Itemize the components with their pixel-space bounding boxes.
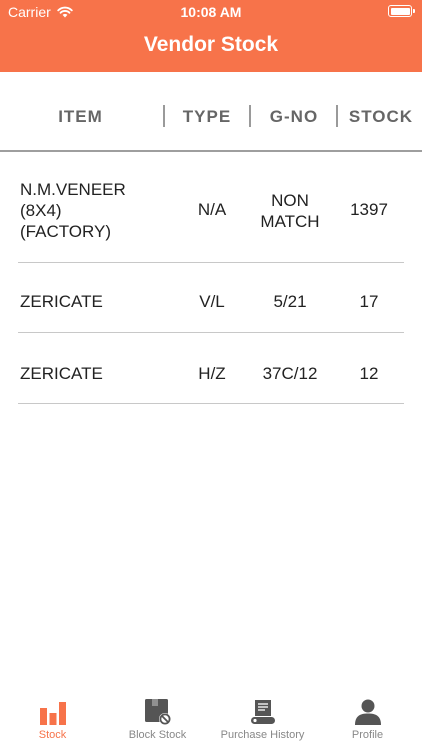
- tab-label: Purchase History: [220, 729, 305, 741]
- table-header: ITEM TYPE G-NO STOCK: [0, 72, 422, 152]
- page-title: Vendor Stock: [143, 33, 279, 56]
- type-cell: V/L: [199, 292, 225, 311]
- status-time: 10:08 AM: [180, 4, 242, 20]
- gno-cell: 5/21: [252, 292, 328, 312]
- tab-purchase-history[interactable]: Purchase History: [210, 690, 315, 750]
- item-name-line: N.M.VENEER: [20, 180, 126, 199]
- type-cell: H/Z: [198, 364, 226, 383]
- column-header-type: TYPE: [182, 107, 232, 126]
- gno-cell: NON MATCH: [252, 190, 328, 232]
- stock-cell: 17: [359, 292, 379, 311]
- item-cell: N.M.VENEER (8X4) (FACTORY): [20, 179, 126, 242]
- table-row[interactable]: N.M.VENEER (8X4) (FACTORY) N/A NON MATCH…: [0, 153, 422, 263]
- gno-line: NON: [271, 191, 309, 210]
- column-divider: [336, 105, 338, 127]
- item-name-line: ZERICATE: [20, 292, 103, 311]
- gno-line: MATCH: [260, 212, 320, 231]
- stock-cell: 12: [359, 364, 379, 383]
- item-name-line: ZERICATE: [20, 364, 103, 383]
- gno-line: 5/21: [273, 292, 307, 311]
- tab-label: Stock: [38, 729, 67, 741]
- column-header-item: ITEM: [58, 107, 103, 126]
- status-bar: Carrier 10:08 AM: [0, 0, 422, 24]
- battery-icon: [388, 5, 415, 17]
- receipt-icon: [250, 700, 275, 724]
- item-name-line: (8X4): [20, 201, 62, 220]
- row-divider: [18, 403, 404, 404]
- column-divider: [163, 105, 165, 127]
- column-divider: [249, 105, 251, 127]
- column-header-stock: STOCK: [348, 107, 414, 126]
- person-icon: [354, 699, 381, 725]
- column-header-gno: G-NO: [269, 107, 319, 126]
- gno-line: 37C/12: [262, 364, 318, 383]
- box-blocked-icon: [144, 699, 171, 725]
- item-name-line: (FACTORY): [20, 222, 111, 241]
- gno-cell: 37C/12: [252, 364, 328, 384]
- bar-chart-icon: [39, 702, 66, 725]
- tab-label: Profile: [351, 729, 384, 741]
- item-cell: ZERICATE: [20, 364, 103, 384]
- item-cell: ZERICATE: [20, 292, 103, 312]
- stock-cell: 1397: [350, 200, 388, 219]
- navigation-header: Carrier 10:08 AM Vendor Stock: [0, 0, 422, 72]
- type-cell: N/A: [197, 200, 227, 219]
- table-row[interactable]: ZERICATE H/Z 37C/12 12: [0, 333, 422, 404]
- tab-label: Block Stock: [128, 729, 187, 741]
- tab-block-stock[interactable]: Block Stock: [105, 690, 210, 750]
- tab-bar: Stock Block Stock Purchase History Profi…: [0, 690, 422, 750]
- tab-stock[interactable]: Stock: [0, 690, 105, 750]
- table-row[interactable]: ZERICATE V/L 5/21 17: [0, 263, 422, 333]
- tab-profile[interactable]: Profile: [315, 690, 420, 750]
